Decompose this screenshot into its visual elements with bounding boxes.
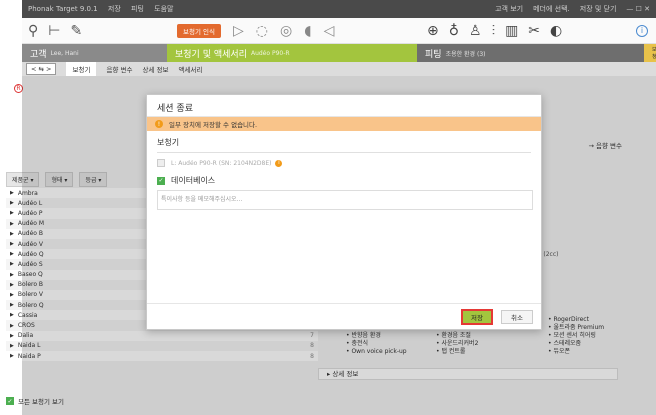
tab-hearing-aids[interactable]: 보청기 — [66, 62, 97, 76]
filter-bar: 제품군 ▾ 형태 ▾ 등급 ▾ — [6, 172, 108, 187]
filter-grade[interactable]: 등급 ▾ — [79, 172, 108, 187]
play-icon[interactable]: ▷ — [233, 23, 244, 39]
feedback-icon[interactable]: ◐ — [550, 23, 562, 39]
side-tab[interactable]: 보청 — [644, 44, 656, 62]
screen: Phonak Target 9.0.1 저장 피팅 도움말 고객 보기 메더에 … — [0, 0, 656, 415]
nav-buttons[interactable]: < ⇆ > — [26, 63, 57, 75]
menu-fitting[interactable]: 피팅 — [131, 5, 144, 13]
hearing-aid-checkbox: L: Audéo P90-R (SN: 2104N2D8E) i — [147, 153, 541, 167]
edit-icon[interactable]: ✎ — [70, 23, 82, 39]
hearing-aid-icon[interactable]: ♁ — [449, 23, 459, 39]
person-icon[interactable]: ♙ — [469, 23, 482, 39]
icon-toolbar: ⚲ ⊢ ✎ 보청기 인식 ▷ ◌ ◎ ◖ ◁ ⊕ ♁ ♙ ⫶ ▥ ✂ ◐ i — [22, 18, 656, 44]
notes-input[interactable]: 특이사항 등을 메모해주십시오... — [157, 190, 533, 210]
save-button[interactable]: 저장 — [461, 308, 493, 325]
dialog-footer: 저장 취소 — [147, 303, 541, 329]
save-close-link[interactable]: 저장 및 닫기 — [580, 4, 617, 14]
select-link[interactable]: 메더에 선택. — [533, 4, 570, 14]
hearing-aids-heading: 보청기 — [157, 138, 180, 147]
section-bar: 고객 Lee, Hani 보청기 및 액세서리 Audéo P90-R 피팅 조용한 … — [22, 44, 656, 62]
tools-icon[interactable]: ✂ — [528, 23, 540, 39]
speaker-icon[interactable]: ◁ — [324, 23, 335, 39]
device-icon[interactable]: ◎ — [280, 23, 292, 39]
info-icon[interactable]: i — [275, 159, 283, 167]
detect-devices-button[interactable]: 보청기 인식 — [177, 23, 221, 38]
filter-family[interactable]: 제품군 ▾ — [6, 172, 40, 187]
ear-icon[interactable]: ◌ — [256, 23, 268, 39]
detail-info-row[interactable]: ▸ 상세 정보 — [318, 368, 618, 380]
tab-acoustics[interactable]: 음향 변수 — [106, 64, 132, 74]
database-checkbox[interactable]: ✓ 데이터베이스 — [147, 167, 541, 186]
features-col-1: • 반향음 환경 • 충전식 • Own voice pick-up — [346, 332, 407, 355]
warning-icon: ! — [155, 120, 163, 128]
record-icon[interactable]: R — [14, 84, 23, 93]
check-icon: ✓ — [157, 176, 165, 185]
check-icon: ✓ — [6, 397, 14, 405]
tab-bar: < ⇆ > 보청기 음향 변수 상세 정보 액세서리 — [22, 62, 656, 76]
warning-banner: ! 일부 장치에 저장할 수 없습니다. — [147, 117, 541, 131]
end-session-dialog: 세션 종료 ! 일부 장치에 저장할 수 없습니다. 보청기 L: Audéo … — [146, 94, 542, 330]
info-icon[interactable]: i — [636, 24, 648, 37]
client-section[interactable]: 고객 Lee, Hani — [22, 44, 167, 62]
menu-help[interactable]: 도움말 — [154, 5, 173, 13]
sliders-icon[interactable]: ⫶ — [492, 23, 496, 39]
list-item[interactable]: ▶ Naida P8 — [6, 351, 318, 362]
devices-section[interactable]: 보청기 및 액세서리 Audéo P90-R — [167, 44, 417, 62]
cancel-button[interactable]: 취소 — [501, 309, 533, 324]
list-item[interactable]: ▶ Naida L8 — [6, 340, 318, 351]
view-client-link[interactable]: 고객 보기 — [495, 4, 523, 14]
tab-details[interactable]: 상세 정보 — [142, 64, 168, 74]
show-all-checkbox[interactable]: ✓ 모든 보청기 보기 — [6, 396, 64, 406]
app-title: Phonak Target 9.0.1 — [28, 5, 98, 13]
dialog-title: 세션 종료 — [147, 95, 541, 117]
ear-right-icon[interactable]: ◖ — [304, 23, 311, 39]
acoustic-params-link[interactable]: → 음향 변수 — [589, 140, 623, 150]
audiogram-icon[interactable]: ⊢ — [48, 23, 60, 39]
client-icon[interactable]: ⚲ — [28, 23, 38, 39]
target-icon[interactable]: ⊕ — [427, 23, 439, 39]
checkbox-disabled — [157, 159, 165, 167]
title-bar: Phonak Target 9.0.1 저장 피팅 도움말 고객 보기 메더에 … — [22, 0, 656, 18]
fitting-section[interactable]: 피팅 조용한 환경 (3) — [417, 44, 644, 62]
menu-save[interactable]: 저장 — [108, 5, 121, 13]
features-col-3: • RogerDirect • 울트라줌 Premium • 모션 센서 히어링… — [548, 316, 605, 355]
features-col-2: • 환경음 조절 • 사운드리커버2 • 탭 컨트롤 — [436, 332, 479, 355]
list-item[interactable]: ▶ Dalia 7 — [6, 330, 318, 341]
bars-icon[interactable]: ▥ — [505, 23, 518, 39]
filter-form[interactable]: 형태 ▾ — [45, 172, 74, 187]
tab-accessories[interactable]: 액세서리 — [178, 64, 202, 74]
window-controls[interactable]: — ☐ ✕ — [626, 5, 650, 13]
